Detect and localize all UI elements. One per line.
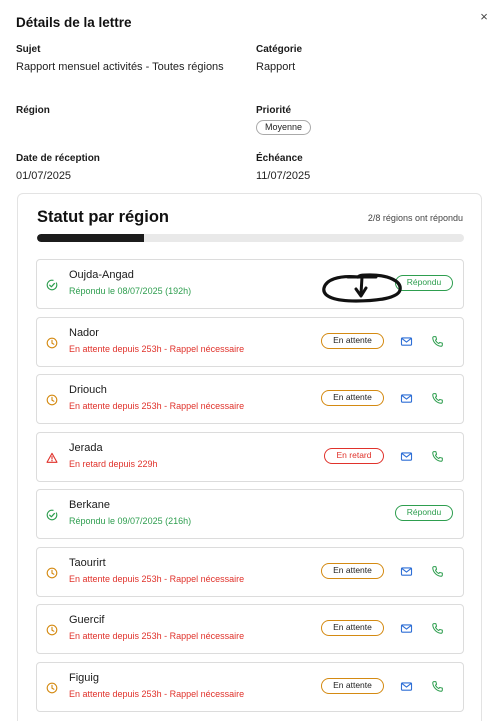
phone-icon[interactable]	[431, 565, 444, 578]
region-row-oujda-angad: Oujda-Angad Répondu le 08/07/2025 (192h) R…	[36, 259, 464, 309]
region-status-text: En attente depuis 253h - Rappel nécessai…	[69, 688, 245, 699]
subject-label: Sujet	[16, 44, 41, 55]
mail-icon[interactable]	[400, 450, 413, 463]
priority-label: Priorité	[256, 105, 292, 116]
region-name: Jerada	[69, 441, 103, 454]
category-label: Catégorie	[256, 44, 303, 55]
region-name: Berkane	[69, 499, 110, 511]
region-list: Oujda-Angad Répondu le 08/07/2025 (192h) R…	[36, 259, 464, 719]
status-badge: En attente	[321, 390, 384, 406]
region-status-text: En attente depuis 253h - Rappel nécessai…	[69, 631, 245, 641]
status-card: Statut par région 2/8 régions ont répond…	[17, 193, 482, 721]
region-status-text: En attente depuis 253h - Rappel nécessai…	[69, 573, 245, 584]
mail-icon[interactable]	[400, 622, 413, 635]
phone-icon[interactable]	[431, 450, 444, 463]
region-status-text: Répondu le 08/07/2025 (192h)	[69, 286, 192, 296]
clock-icon	[46, 623, 58, 636]
phone-icon[interactable]	[431, 392, 444, 405]
region-row-figuig: Figuig En attente depuis 253h - Rappel né…	[36, 661, 464, 712]
region-status-text: Répondu le 09/07/2025 (216h)	[69, 516, 192, 526]
region-name: Driouch	[69, 384, 107, 396]
region-label: Région	[16, 105, 50, 116]
priority-field: Priorité Moyenne	[256, 104, 456, 135]
region-name: Oujda-Angad	[69, 269, 134, 281]
response-progress-bar	[37, 234, 464, 242]
region-status-text: En retard depuis 229h	[69, 458, 158, 469]
status-badge: Répondu	[395, 505, 453, 521]
clock-icon	[46, 566, 58, 578]
status-title: Statut par région	[37, 208, 170, 226]
priority-badge: Moyenne	[256, 120, 312, 135]
region-row-taourirt: Taourirt En attente depuis 253h - Rappel …	[36, 546, 464, 597]
warning-triangle-icon	[46, 451, 58, 463]
subject-value: Rapport mensuel activités - Toutes régio…	[16, 61, 224, 73]
response-progress-fill	[37, 234, 144, 242]
status-badge: En attente	[321, 677, 384, 694]
clock-icon	[46, 336, 58, 348]
reception-value: 01/07/2025	[16, 170, 72, 182]
phone-icon[interactable]	[431, 680, 444, 693]
region-row-guercif: Guercif En attente depuis 253h - Rappel n…	[36, 604, 464, 654]
clock-icon	[46, 681, 58, 693]
reception-label: Date de réception	[16, 153, 100, 164]
check-circle-icon	[46, 278, 58, 291]
region-status-text: En attente depuis 253h - Rappel nécessai…	[69, 343, 245, 354]
region-row-jerada: Jerada En retard depuis 229h En retard	[36, 431, 464, 482]
status-badge: En attente	[321, 620, 384, 636]
close-icon[interactable]: ×	[478, 10, 490, 24]
mail-icon[interactable]	[400, 335, 413, 348]
reception-field: Date de réception 01/07/2025	[16, 152, 236, 184]
deadline-label: Échéance	[256, 153, 303, 164]
category-value: Rapport	[256, 61, 296, 73]
region-row-nador: Nador En attente depuis 253h - Rappel néc…	[36, 316, 464, 367]
category-field: Catégorie Rapport	[256, 43, 456, 75]
region-name: Guercif	[69, 614, 105, 626]
region-name: Figuig	[69, 671, 99, 684]
phone-icon[interactable]	[431, 335, 444, 348]
mail-icon[interactable]	[400, 680, 413, 693]
status-badge: En attente	[321, 562, 384, 579]
pen-annotation-mark	[322, 273, 402, 303]
region-row-berkane: Berkane Répondu le 09/07/2025 (216h) Répon…	[36, 489, 464, 539]
region-row-driouch: Driouch En attente depuis 253h - Rappel n…	[36, 374, 464, 424]
mail-icon[interactable]	[400, 392, 413, 405]
subject-field: Sujet Rapport mensuel activités - Toutes…	[16, 43, 236, 75]
check-circle-icon	[46, 508, 58, 521]
region-name: Nador	[69, 326, 99, 339]
mail-icon[interactable]	[400, 565, 413, 578]
region-field: Région	[16, 104, 236, 120]
clock-icon	[46, 393, 58, 406]
response-count: 2/8 régions ont répondu	[367, 213, 463, 223]
region-name: Taourirt	[69, 556, 106, 569]
status-badge: En retard	[324, 447, 384, 464]
status-badge: En attente	[321, 332, 384, 349]
deadline-value: 11/07/2025	[256, 170, 311, 182]
dialog-title: Détails de la lettre	[16, 15, 132, 30]
deadline-field: Échéance 11/07/2025	[256, 152, 456, 184]
phone-icon[interactable]	[431, 622, 444, 635]
region-status-text: En attente depuis 253h - Rappel nécessai…	[69, 401, 245, 411]
